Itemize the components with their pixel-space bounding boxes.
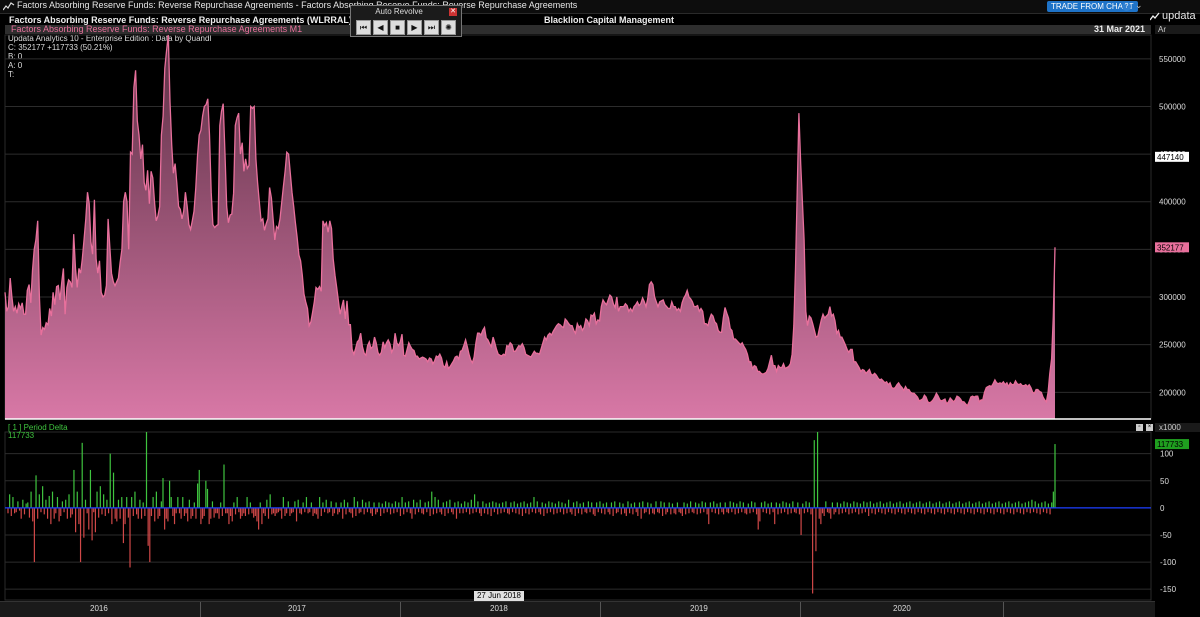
year-label: 2019: [690, 604, 708, 613]
y-tick-label: 500000: [1159, 102, 1186, 111]
indicator-value: 117733: [8, 431, 35, 440]
delta-last-label: 117733: [1157, 440, 1184, 449]
y-tick-label: 550000: [1159, 55, 1186, 64]
chart-canvas[interactable]: 2000002500003000003500004000004500005000…: [0, 0, 1200, 616]
pane-close-icon[interactable]: ×: [1146, 424, 1153, 431]
y-tick-label: 0: [1160, 504, 1165, 513]
close-icon[interactable]: ✕: [449, 8, 457, 16]
year-label: 2020: [893, 604, 911, 613]
last-button[interactable]: ⏭: [424, 20, 439, 35]
year-label: 2017: [288, 604, 306, 613]
settings-icon[interactable]: ✺: [441, 20, 456, 35]
delta-bars: [7, 432, 1056, 594]
cursor-date-label: 27 Jun 2018: [474, 591, 524, 601]
upper-y-axis: 2000002500003000003500004000004500005000…: [1155, 55, 1189, 397]
first-button[interactable]: ⏮: [356, 20, 371, 35]
previous-button[interactable]: ◀: [373, 20, 388, 35]
year-label: 2018: [490, 604, 508, 613]
year-label: 2016: [90, 604, 108, 613]
x-axis-years: 2016 2017 2018 2019 2020: [0, 601, 1155, 617]
scale-multiplier: x1000: [1155, 423, 1200, 432]
y-tick-label: 250000: [1159, 341, 1186, 350]
year-divider: [400, 602, 401, 617]
marker-value-label: 447140: [1157, 153, 1184, 162]
y-tick-label: 400000: [1159, 198, 1186, 207]
last-value-label: 352177: [1157, 243, 1184, 252]
y-tick-label: 100: [1160, 450, 1174, 459]
year-divider: [200, 602, 201, 617]
y-tick-label: -100: [1160, 558, 1177, 567]
play-button[interactable]: ▶: [407, 20, 422, 35]
y-tick-label: 200000: [1159, 388, 1186, 397]
lower-y-axis: -150 -100 -50 0 50 100117733: [1155, 439, 1189, 594]
pane-maximize-icon[interactable]: ▫: [1136, 424, 1143, 431]
lower-pane-frame: [4, 431, 1152, 601]
y-tick-label: -150: [1160, 585, 1177, 594]
y-tick-label: -50: [1160, 531, 1172, 540]
year-divider: [1003, 602, 1004, 617]
auto-revolve-panel: Auto Revolve ✕ ⏮ ◀ ■ ▶ ⏭ ✺: [350, 5, 462, 37]
y-tick-label: 300000: [1159, 293, 1186, 302]
y-tick-label: 50: [1160, 477, 1169, 486]
year-divider: [800, 602, 801, 617]
auto-revolve-title: Auto Revolve: [375, 7, 423, 16]
year-divider: [600, 602, 601, 617]
stop-button[interactable]: ■: [390, 20, 405, 35]
lower-gridlines: [5, 453, 1151, 590]
series-area: [5, 35, 1055, 419]
